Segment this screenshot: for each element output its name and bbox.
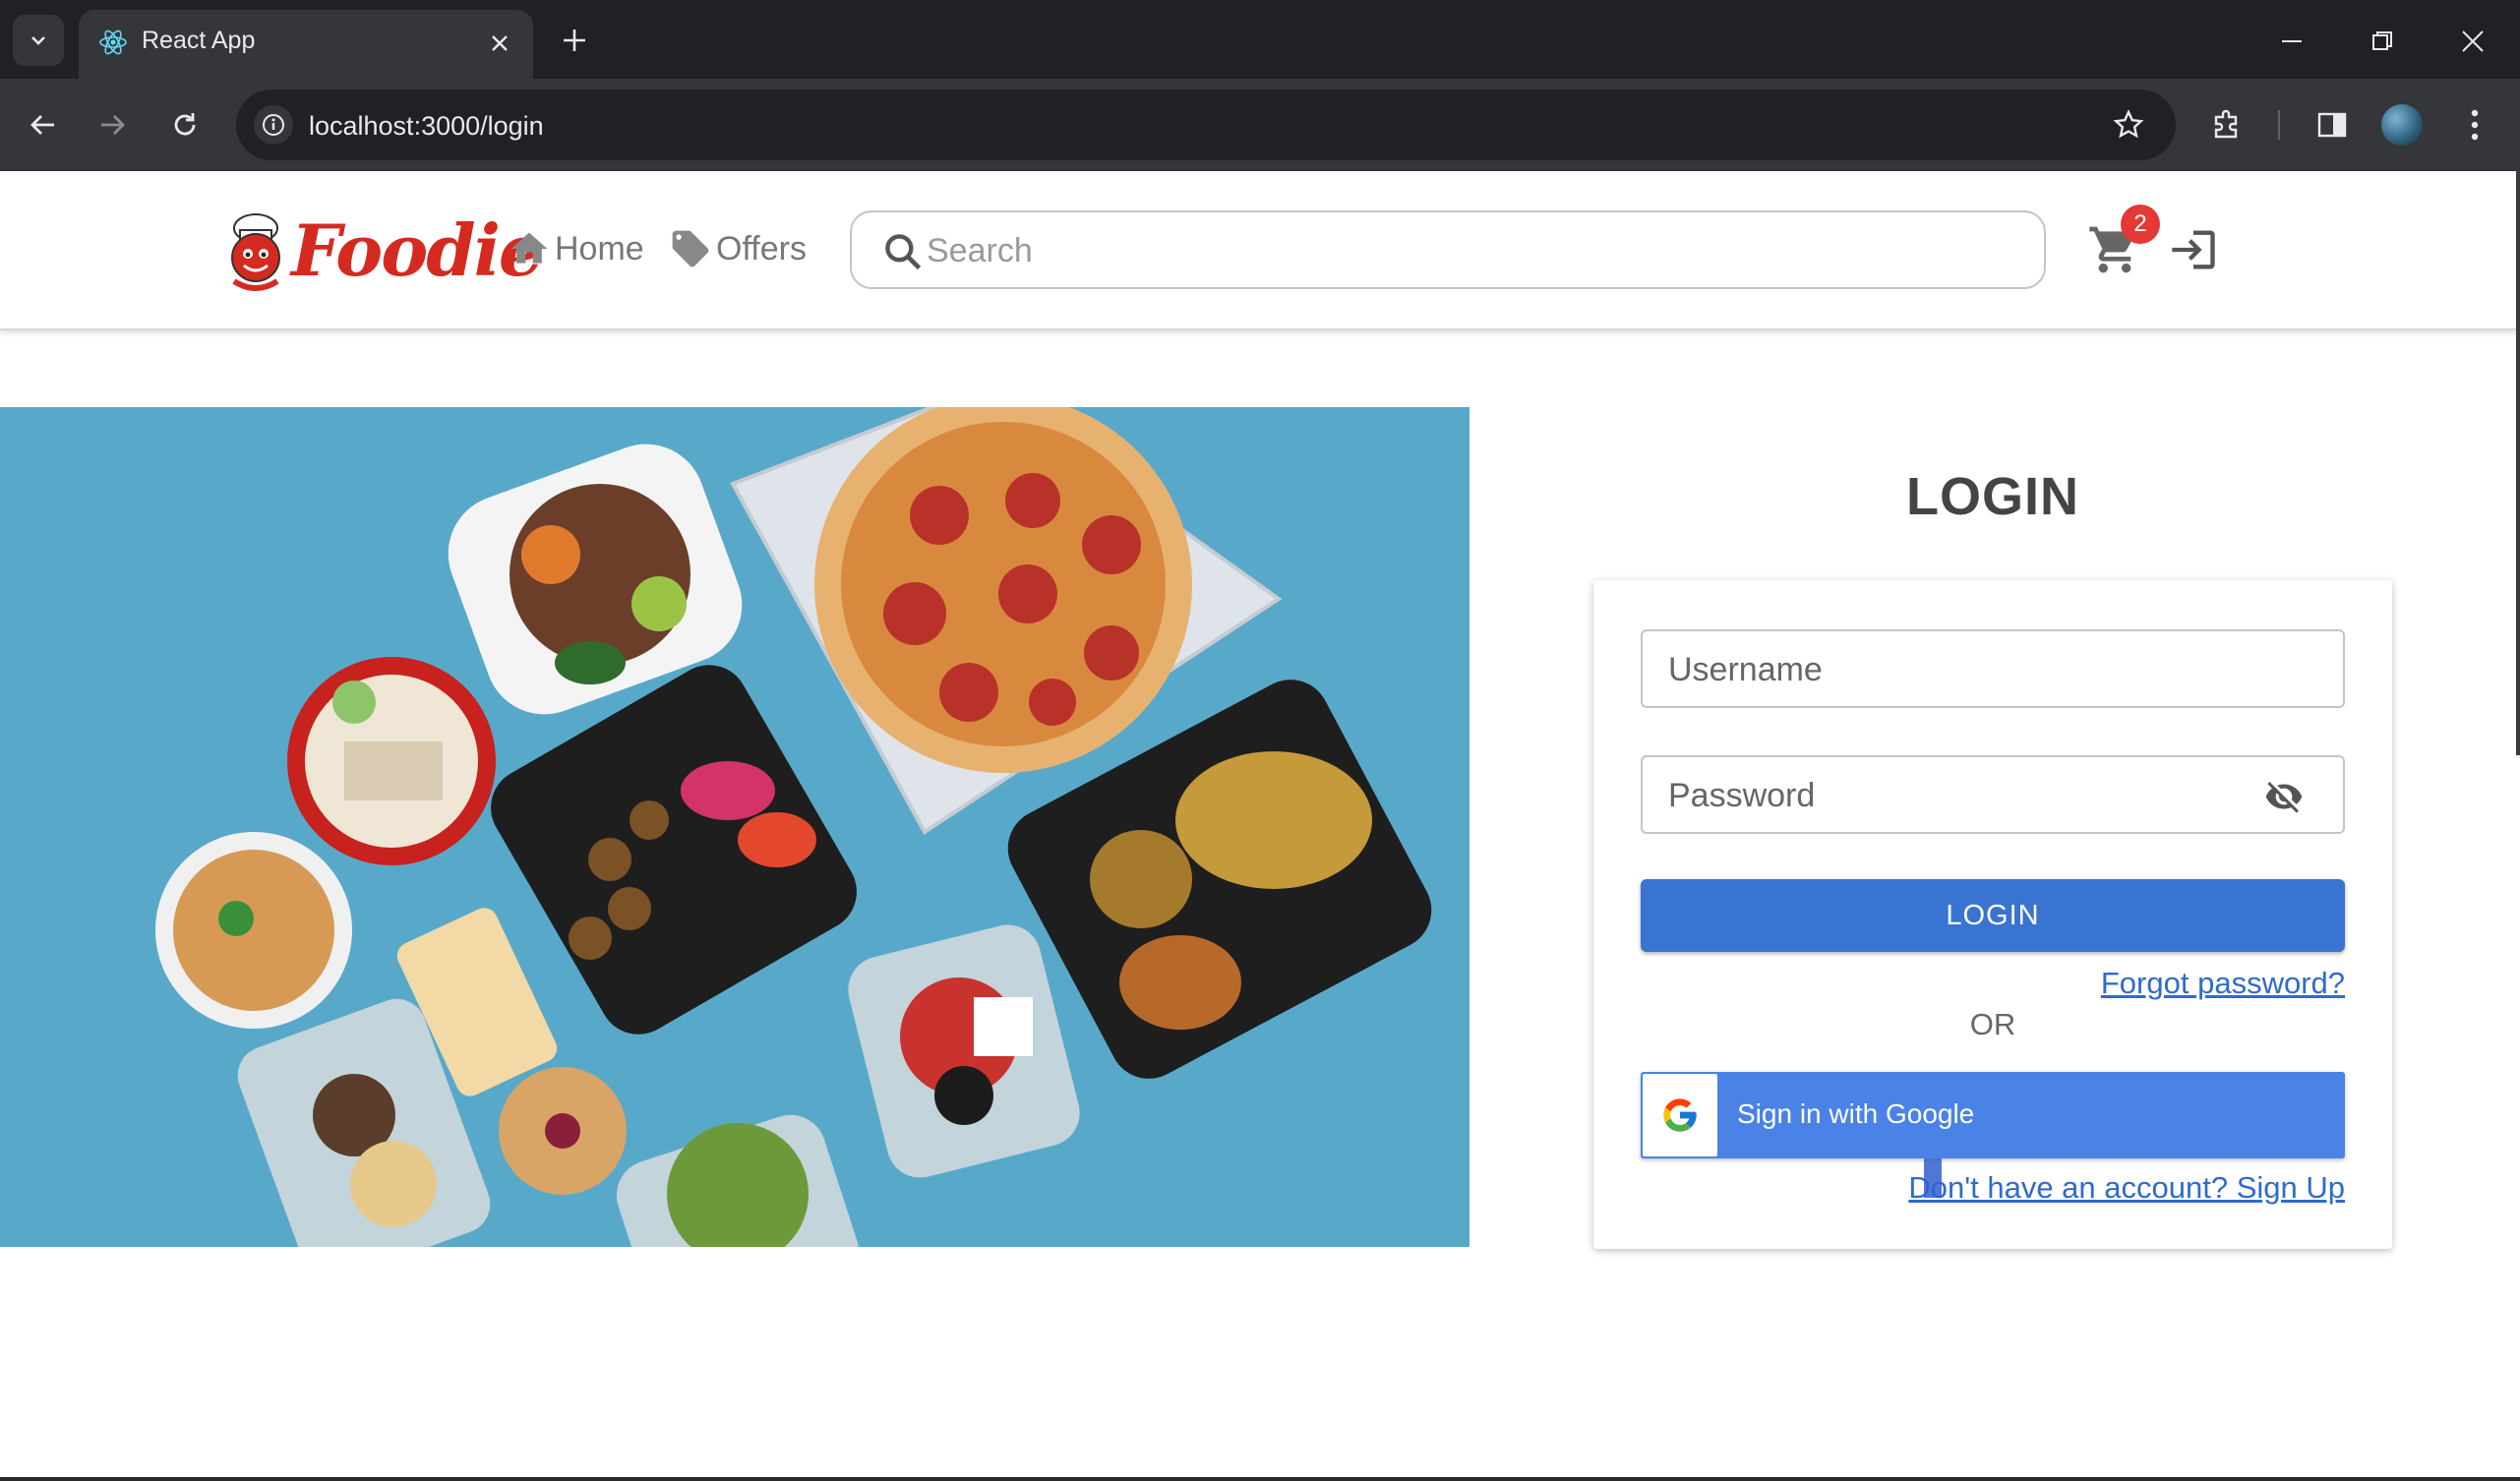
extensions-icon[interactable] [2203, 100, 2252, 149]
username-field[interactable] [1641, 629, 2345, 708]
back-icon[interactable] [21, 102, 66, 148]
google-logo-icon [1643, 1074, 1717, 1156]
nav-home-label: Home [555, 229, 644, 267]
login-button[interactable]: LOGIN [1641, 879, 2345, 952]
nav-offers-label: Offers [716, 229, 807, 267]
side-panel-icon[interactable] [2308, 100, 2357, 149]
search-icon [885, 234, 922, 270]
browser-tab[interactable]: React App [79, 10, 533, 79]
profile-avatar[interactable] [2381, 104, 2423, 146]
forgot-password-link[interactable]: Forgot password? [2101, 966, 2345, 1001]
login-icon[interactable] [2168, 224, 2219, 275]
search-input[interactable] [927, 226, 2009, 275]
forward-icon[interactable] [90, 102, 135, 148]
close-window-icon[interactable] [2451, 20, 2494, 63]
chevron-down-icon [31, 36, 45, 45]
app-header: Foodie Home Offers 2 [0, 171, 2520, 330]
minimize-icon[interactable] [2270, 20, 2313, 63]
restore-icon[interactable] [2361, 20, 2404, 63]
site-info-icon[interactable] [254, 105, 293, 145]
or-divider-text: OR [1969, 1007, 2016, 1041]
username-input[interactable] [1668, 645, 2258, 694]
browser-toolbar: localhost:3000/login [0, 79, 2520, 171]
google-signin-label: Sign in with Google [1737, 1098, 1975, 1129]
visibility-off-icon[interactable] [2264, 777, 2304, 816]
browser-tab-bar: React App [0, 0, 2520, 79]
cart-count-badge: 2 [2121, 205, 2160, 244]
logo-text: Foodie [291, 208, 544, 292]
food-hero-image [0, 407, 1470, 1247]
home-icon [510, 232, 548, 264]
signup-link[interactable]: Don't have an account? Sign Up [1908, 1170, 2345, 1206]
nav-offers[interactable]: Offers [669, 224, 807, 273]
page: Foodie Home Offers 2 [0, 171, 2520, 1481]
react-icon [94, 24, 132, 61]
text-cursor [1924, 1158, 1942, 1198]
google-signin-button[interactable]: Sign in with Google [1641, 1072, 2345, 1158]
password-input[interactable] [1668, 771, 2258, 820]
toolbar-separator [2278, 110, 2280, 140]
close-tab-icon[interactable] [484, 28, 515, 59]
chef-mascot-icon [231, 213, 280, 291]
login-title: LOGIN [1906, 467, 2079, 526]
taskbar-edge [0, 1477, 2520, 1481]
password-field[interactable] [1641, 755, 2345, 834]
url-text[interactable]: localhost:3000/login [309, 111, 544, 142]
more-menu-icon[interactable] [2450, 100, 2499, 149]
foodie-logo[interactable]: Foodie [220, 205, 544, 295]
tab-title: React App [142, 27, 256, 54]
bookmark-star-icon[interactable] [2109, 105, 2148, 145]
reload-icon[interactable] [162, 102, 208, 148]
nav-home[interactable]: Home [508, 224, 644, 273]
login-card: LOGIN Forgot password? OR Sign in with G… [1593, 580, 2392, 1249]
tag-icon [672, 230, 709, 267]
new-tab-icon[interactable] [555, 21, 594, 60]
window-edge [2516, 171, 2520, 755]
tab-search-button[interactable] [13, 15, 64, 66]
address-bar[interactable]: localhost:3000/login [236, 89, 2176, 160]
search-box[interactable] [850, 210, 2046, 289]
